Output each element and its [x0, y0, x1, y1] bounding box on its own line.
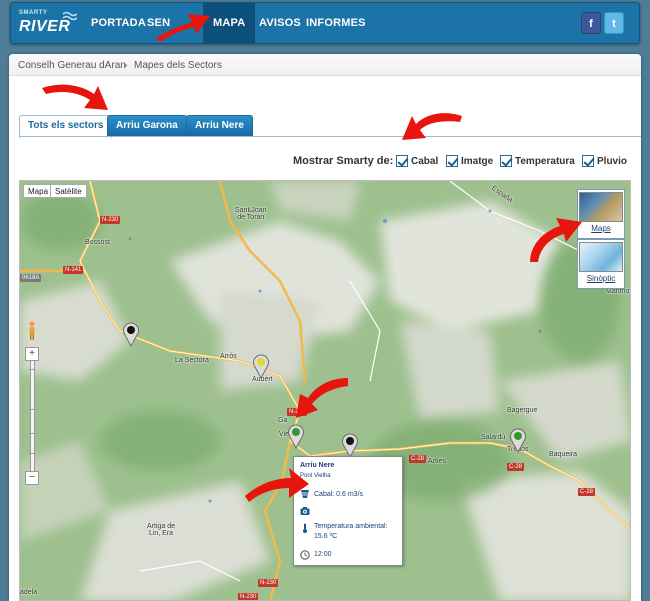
checkbox-imatge[interactable]	[446, 155, 458, 167]
zoom-slider-track[interactable]	[30, 353, 35, 477]
map-label-adela: adela	[20, 589, 38, 596]
map-label-bossost: Bossòst	[85, 239, 110, 246]
map-label-baqueira: Baqueira	[549, 451, 578, 458]
zoom-out-button[interactable]: −	[25, 471, 39, 485]
map-marker-gray-2[interactable]	[341, 432, 359, 458]
maps-view-button[interactable]: Maps	[577, 189, 625, 239]
checkbox-temperatura[interactable]	[500, 155, 512, 167]
street-view-pegman-icon[interactable]	[27, 321, 37, 341]
top-navigation-bar: SMARTY RIVER PORTADA SEN MAPA AVISOS INF…	[10, 2, 640, 44]
road-n141: N-141	[63, 266, 84, 274]
maps-thumbnail-image	[579, 192, 623, 222]
map-label-ga: Ga	[278, 417, 288, 424]
camera-icon[interactable]	[300, 506, 310, 516]
filter-pluvio[interactable]: Pluvio	[582, 154, 627, 168]
map-marker-green-vielha[interactable]	[287, 423, 305, 449]
twitter-glyph: t	[612, 18, 616, 30]
facebook-icon[interactable]: f	[581, 12, 601, 34]
smarty-river-logo[interactable]: SMARTY RIVER	[19, 10, 81, 38]
road-c28-b: C-28	[507, 463, 525, 471]
map-marker-gray[interactable]	[122, 321, 140, 347]
zoom-tick	[29, 433, 35, 434]
station-info-popup: Arriu Nere Pont Vielha Cabal: 0.6 m3/s T…	[293, 456, 403, 566]
tab-baseline	[19, 136, 641, 137]
map-label-manmo: Manmo	[606, 288, 630, 295]
popup-temperature-label: Temperatura ambiental:	[314, 523, 388, 530]
filter-imatge-label: Imatge	[461, 155, 494, 167]
maps-view-label: Maps	[591, 224, 611, 233]
breadcrumb-separator: ›	[124, 60, 128, 71]
tab-tots-els-sectors[interactable]: Tots els sectors	[19, 115, 113, 138]
sinoptic-view-label: Sinòptic	[586, 274, 616, 283]
checkbox-cabal[interactable]	[396, 155, 408, 167]
logo-small-text: SMARTY	[19, 10, 48, 16]
facebook-glyph: f	[589, 18, 593, 30]
checkbox-pluvio[interactable]	[582, 155, 594, 167]
twitter-icon[interactable]: t	[604, 12, 624, 34]
map-label-sant-joan: Sant Joan de Toran	[235, 207, 267, 221]
logo-big-text: RIVER	[19, 18, 71, 35]
road-n230-top: N-230	[100, 216, 121, 224]
filter-cabal[interactable]: Cabal	[396, 154, 438, 168]
map-label-salardu: Salardú	[481, 434, 506, 441]
road-n230-b2: N-230	[258, 579, 279, 587]
map-label-la-sectora: La Sectora	[175, 357, 209, 364]
map-type-satellite-button[interactable]: Satèlite	[50, 184, 87, 198]
zoom-in-button[interactable]: +	[25, 347, 39, 361]
breadcrumb: Conselh Generau dAran › Mapes dels Secto…	[9, 54, 641, 76]
sinoptic-view-button[interactable]: Sinòptic	[577, 239, 625, 289]
breadcrumb-home[interactable]: Conselh Generau dAran	[18, 60, 126, 71]
map-label-artiga: Artiga de Lin, Era	[147, 523, 176, 537]
map-marker-green-tredos[interactable]	[509, 427, 527, 453]
nav-avisos[interactable]: AVISOS	[259, 3, 301, 44]
filter-pluvio-label: Pluvio	[597, 155, 628, 167]
zoom-tick	[29, 409, 35, 410]
red-arrow-nav-icon	[156, 14, 210, 42]
road-0618a: 0618A	[20, 274, 42, 282]
red-arrow-marker-icon	[296, 378, 348, 418]
road-n230-bottom: N-230	[238, 593, 259, 600]
nav-informes[interactable]: INFORMES	[306, 3, 366, 44]
map-marker-yellow[interactable]	[252, 353, 270, 379]
filter-cabal-label: Cabal	[411, 155, 439, 167]
main-panel: Conselh Generau dAran › Mapes dels Secto…	[9, 54, 641, 601]
smarty-filters: Mostrar Smarty de: Cabal Imatge Temperat…	[9, 154, 641, 170]
sinoptic-thumbnail-image	[579, 242, 623, 272]
red-arrow-tabs-icon	[42, 84, 108, 110]
tab-arriu-nere[interactable]: Arriu Nere	[186, 115, 253, 137]
zoom-tick	[29, 369, 35, 370]
map-label-arros: Arròs	[220, 353, 237, 360]
road-c28-c: C-28	[578, 488, 596, 496]
red-arrow-filters-icon	[402, 113, 462, 140]
popup-cabal: Cabal: 0.6 m3/s	[314, 491, 364, 498]
filter-temperatura-label: Temperatura	[515, 155, 575, 167]
tab-arriu-garona[interactable]: Arriu Garona	[107, 115, 187, 137]
filters-title: Mostrar Smarty de:	[293, 155, 394, 167]
map-type-map-button[interactable]: Mapa	[23, 184, 54, 198]
red-arrow-maps-icon	[530, 218, 582, 262]
red-arrow-popup-icon	[245, 468, 309, 502]
filter-temperatura[interactable]: Temperatura	[500, 154, 575, 168]
clock-icon	[300, 550, 310, 560]
thermometer-icon	[303, 523, 307, 533]
map-label-arties: Arties	[428, 458, 446, 465]
popup-time: 12:00	[314, 551, 332, 558]
popup-temperature-value: 15.6 ºC	[314, 533, 338, 540]
road-c28-a: C-28	[409, 455, 427, 463]
zoom-tick	[29, 453, 35, 454]
breadcrumb-current: Mapes dels Sectors	[134, 60, 222, 71]
filter-imatge[interactable]: Imatge	[446, 154, 493, 168]
nav-portada[interactable]: PORTADA	[91, 3, 146, 44]
map-label-bagergue: Bagergue	[507, 407, 538, 414]
